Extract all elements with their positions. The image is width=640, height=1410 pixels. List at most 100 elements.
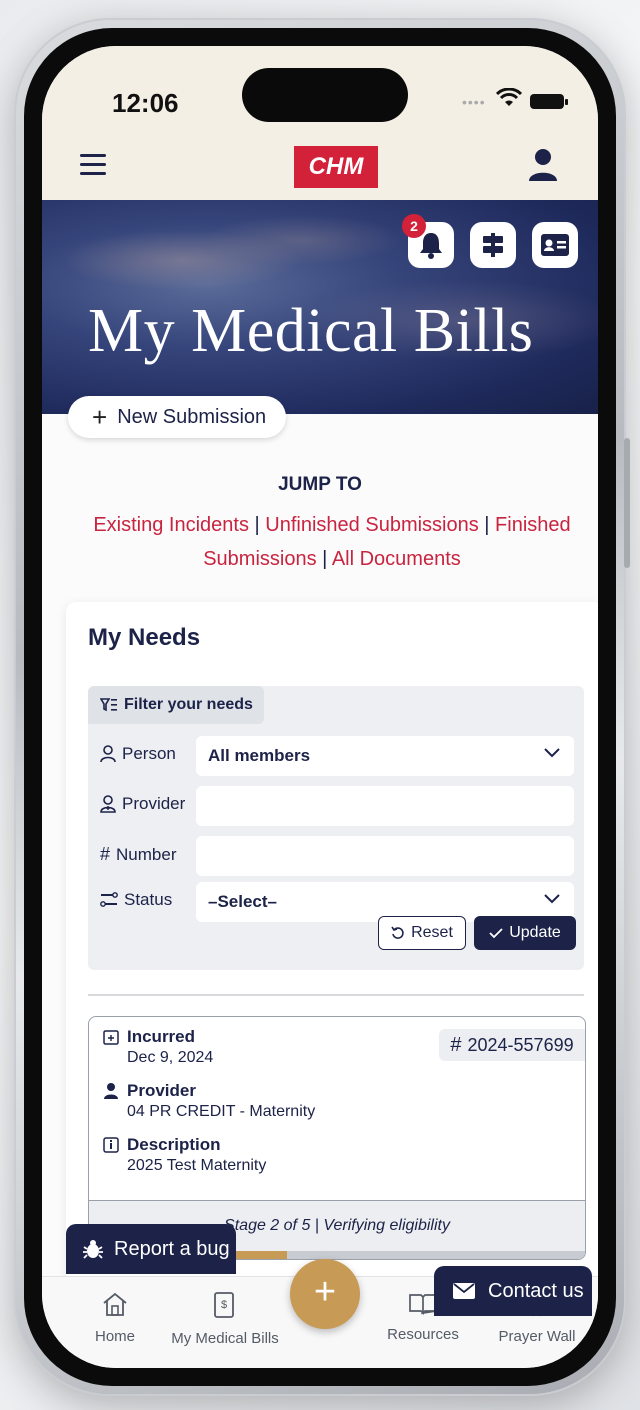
provider-label: Provider <box>122 794 186 813</box>
hero-action-icons: 2 <box>402 214 578 268</box>
plus-icon: + <box>92 401 108 432</box>
nav-home-label: Home <box>94 1328 135 1345</box>
provider-value: 04 PR CREDIT - Maternity <box>127 1103 316 1120</box>
link-all-documents[interactable]: All Documents <box>332 548 461 570</box>
reset-button[interactable]: Reset <box>378 916 466 950</box>
provider-icon <box>100 795 116 813</box>
contact-us-button[interactable]: Contact us <box>434 1266 592 1316</box>
person-select-value: All members <box>208 746 311 765</box>
need-number: 2024-557699 <box>467 1034 574 1055</box>
reset-icon <box>391 926 404 939</box>
signal-icon: •••• <box>462 94 486 110</box>
chevron-down-icon <box>544 894 560 904</box>
person-label-wrap: Person <box>100 744 176 764</box>
need-number-badge: # 2024-557699 <box>439 1029 585 1061</box>
contact-us-label: Contact us <box>488 1279 584 1302</box>
nav-medical-bills[interactable]: $ My Medical Bills <box>170 1291 280 1347</box>
phone-bezel: 12:06 •••• CHM 2 My Medical Bills + New … <box>24 28 616 1386</box>
page-title: My Medical Bills <box>88 297 534 365</box>
description-value: 2025 Test Maternity <box>127 1157 267 1174</box>
filter-icon <box>100 698 117 712</box>
number-input[interactable] <box>196 836 574 876</box>
signpost-button[interactable] <box>470 222 516 268</box>
hero-banner: 2 My Medical Bills <box>42 200 598 414</box>
provider-input[interactable] <box>196 786 574 826</box>
jump-to-links: Existing Incidents | Unfinished Submissi… <box>82 508 582 576</box>
number-row: # Number <box>100 836 574 876</box>
link-separator: | <box>248 514 266 536</box>
description-label: Description <box>127 1135 221 1154</box>
number-label: Number <box>116 844 177 864</box>
id-card-icon <box>541 234 569 256</box>
section-divider <box>88 994 584 996</box>
link-existing-incidents[interactable]: Existing Incidents <box>93 514 249 536</box>
status-select-value: –Select– <box>208 892 277 911</box>
provider-field-label: Provider <box>127 1081 196 1100</box>
check-icon <box>489 928 503 939</box>
nav-prayer-wall-label: Prayer Wall <box>498 1328 576 1345</box>
envelope-icon <box>453 1283 475 1299</box>
member-card-button[interactable] <box>532 222 578 268</box>
home-icon <box>103 1292 127 1316</box>
report-bug-button[interactable]: Report a bug <box>66 1224 236 1274</box>
my-needs-title: My Needs <box>88 624 201 651</box>
provider-row: Provider <box>100 786 574 826</box>
link-unfinished-submissions[interactable]: Unfinished Submissions <box>265 514 478 536</box>
bug-icon <box>83 1240 103 1259</box>
reset-label: Reset <box>411 924 453 941</box>
incurred-field: Incurred Dec 9, 2024 <box>103 1027 213 1067</box>
status-label: Status <box>124 890 173 909</box>
provider-label-wrap: Provider <box>100 794 185 814</box>
info-icon <box>103 1137 119 1153</box>
person-label: Person <box>122 744 176 763</box>
incurred-value: Dec 9, 2024 <box>127 1049 214 1066</box>
person-select[interactable]: All members <box>196 736 574 776</box>
notification-badge: 2 <box>402 214 426 238</box>
nav-home[interactable]: Home <box>60 1291 170 1345</box>
incurred-label: Incurred <box>127 1027 196 1046</box>
status-label-wrap: Status <box>100 890 172 910</box>
status-bar: 12:06 •••• <box>42 46 598 142</box>
nav-resources-label: Resources <box>387 1326 459 1343</box>
update-button[interactable]: Update <box>474 916 576 950</box>
status-toggle-icon <box>100 892 118 907</box>
signpost-icon <box>483 233 503 257</box>
my-needs-card: My Needs Filter your needs Person All me… <box>66 602 598 1302</box>
svg-text:$: $ <box>221 1299 227 1311</box>
bell-icon <box>420 233 442 259</box>
chevron-down-icon <box>544 748 560 758</box>
jump-to-heading: JUMP TO <box>278 474 362 495</box>
filter-tab[interactable]: Filter your needs <box>88 686 264 724</box>
status-time: 12:06 <box>112 88 179 118</box>
volume-button <box>624 438 630 568</box>
person-icon <box>100 745 116 763</box>
plus-icon: + <box>313 1271 337 1313</box>
notifications-button[interactable]: 2 <box>402 214 454 268</box>
number-label-wrap: # Number <box>100 844 176 865</box>
bill-icon: $ <box>214 1292 234 1318</box>
chm-logo[interactable]: CHM <box>294 146 378 188</box>
person-row: Person All members <box>100 736 574 776</box>
calendar-icon <box>103 1030 119 1045</box>
filter-panel: Filter your needs Person All members Pro… <box>88 686 584 970</box>
provider-icon <box>104 1083 118 1099</box>
app-header: CHM <box>42 142 598 200</box>
provider-field: Provider 04 PR CREDIT - Maternity <box>103 1081 315 1121</box>
app-screen: 12:06 •••• CHM 2 My Medical Bills + New … <box>42 46 598 1368</box>
dynamic-island <box>242 68 408 122</box>
new-submission-button[interactable]: + New Submission <box>68 396 286 438</box>
link-separator: | <box>316 548 332 570</box>
nav-medical-bills-label: My Medical Bills <box>171 1330 279 1347</box>
update-label: Update <box>509 924 561 941</box>
battery-icon <box>530 94 568 109</box>
quick-add-button[interactable]: + <box>290 1259 360 1329</box>
wifi-icon <box>495 84 523 115</box>
hash-icon: # <box>450 1033 462 1056</box>
new-submission-label: New Submission <box>117 405 267 428</box>
link-separator: | <box>478 514 496 536</box>
report-bug-label: Report a bug <box>114 1237 230 1260</box>
filter-tab-label: Filter your needs <box>124 696 253 713</box>
user-profile-icon[interactable] <box>528 148 558 182</box>
menu-icon[interactable] <box>80 154 106 176</box>
description-field: Description 2025 Test Maternity <box>103 1135 266 1175</box>
